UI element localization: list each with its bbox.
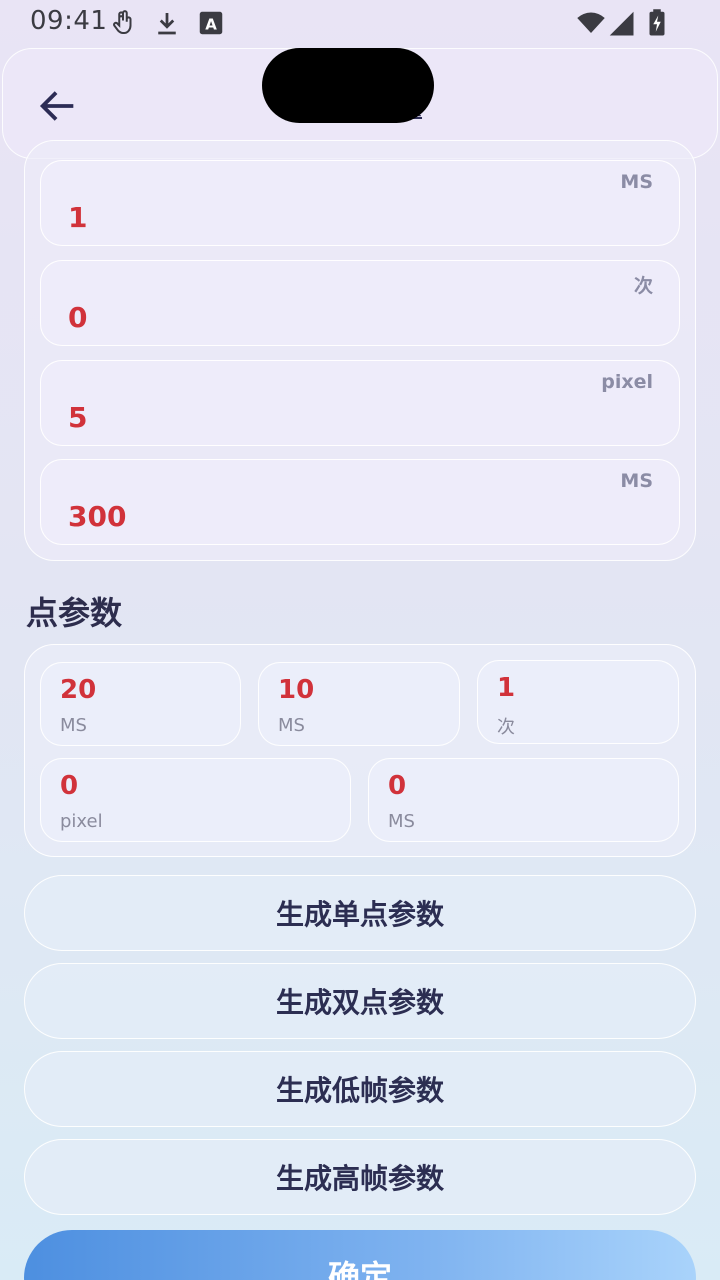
field-value: 0	[68, 301, 88, 334]
point-field-5[interactable]: 0 MS	[368, 758, 679, 842]
wifi-icon	[574, 8, 608, 38]
field-unit: MS	[60, 715, 87, 736]
signal-icon	[606, 8, 636, 38]
font-icon: A	[196, 8, 226, 38]
svg-text:A: A	[205, 15, 217, 33]
camera-cutout	[262, 48, 434, 123]
point-field-1[interactable]: 20 MS	[40, 662, 241, 746]
point-field-3[interactable]: 1 次	[477, 660, 679, 744]
touch-icon	[108, 8, 138, 38]
battery-charging-icon	[642, 8, 672, 38]
field-unit: 次	[633, 275, 653, 297]
param-field-2[interactable]: 次 0	[40, 260, 680, 346]
field-value: 0	[60, 771, 79, 801]
param-field-3[interactable]: pixel 5	[40, 360, 680, 446]
section-title-point-params: 点参数	[26, 594, 123, 632]
generate-double-point-button[interactable]: 生成双点参数	[24, 963, 696, 1039]
field-unit: MS	[278, 715, 305, 736]
field-unit: MS	[388, 811, 415, 832]
generate-high-frame-button[interactable]: 生成高帧参数	[24, 1139, 696, 1215]
field-unit: pixel	[60, 811, 103, 832]
back-button[interactable]	[35, 83, 81, 129]
generate-low-frame-button[interactable]: 生成低帧参数	[24, 1051, 696, 1127]
status-bar: 09:41 A	[0, 0, 720, 46]
field-value: 1	[68, 201, 88, 234]
status-time: 09:41	[30, 6, 108, 36]
arrow-left-icon	[39, 91, 74, 121]
field-value: 300	[68, 500, 127, 533]
param-field-4[interactable]: MS 300	[40, 459, 680, 545]
field-value: 0	[388, 771, 407, 801]
field-value: 1	[497, 673, 516, 703]
field-value: 5	[68, 401, 88, 434]
field-value: 10	[278, 675, 315, 705]
field-unit: MS	[620, 171, 653, 193]
field-unit: MS	[620, 470, 653, 492]
field-unit: pixel	[601, 371, 653, 393]
point-field-2[interactable]: 10 MS	[258, 662, 460, 746]
confirm-button[interactable]: 确定	[24, 1230, 696, 1280]
field-unit: 次	[497, 717, 515, 738]
point-field-4[interactable]: 0 pixel	[40, 758, 351, 842]
field-value: 20	[60, 675, 97, 705]
generate-single-point-button[interactable]: 生成单点参数	[24, 875, 696, 951]
download-icon	[152, 8, 182, 38]
param-field-1[interactable]: MS 1	[40, 160, 680, 246]
